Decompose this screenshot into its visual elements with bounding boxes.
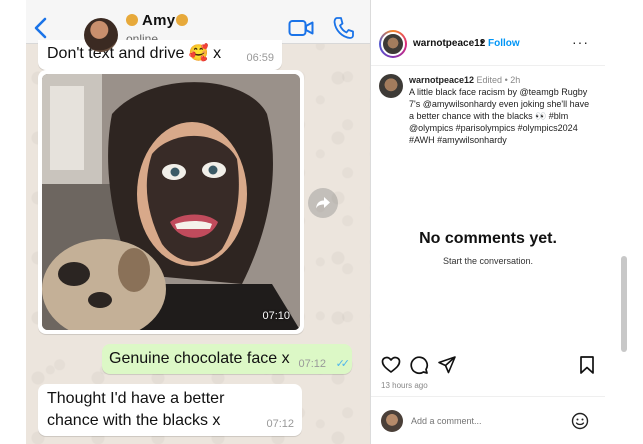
follow-button[interactable]: Follow [488,38,520,49]
message-bubble-incoming[interactable]: Thought I'd have a better chance with th… [38,384,302,436]
comment-divider [371,396,605,397]
message-bubble-incoming[interactable]: Don't text and drive 🥰 x 06:59 [38,40,282,70]
forward-icon [316,197,330,209]
chat-header: Amy online [26,0,370,46]
message-text: Genuine chocolate face x [109,350,290,367]
viewer-avatar [381,410,403,432]
contact-name[interactable]: Amy [142,12,175,29]
back-icon[interactable] [32,16,50,40]
like-heart-icon[interactable] [381,355,401,375]
message-bubble-photo[interactable]: 07:10 [38,70,304,334]
instagram-post-panel: warnotpeace12 • Follow ··· warnotpeace12… [371,22,605,444]
message-time: 07:12 [266,418,294,430]
name-emoji-icon [126,14,138,26]
post-actions [371,355,605,379]
post-header: warnotpeace12 • Follow ··· [371,22,605,66]
bookmark-icon[interactable] [577,355,597,375]
message-bubble-outgoing[interactable]: Genuine chocolate face x 07:12 ✓✓ [102,344,352,374]
scrollbar[interactable] [621,256,627,352]
emoji-picker-icon[interactable] [571,412,589,430]
contact-avatar[interactable] [84,18,118,52]
selfie-photo[interactable]: 07:10 [42,74,300,330]
comment-icon[interactable] [409,355,429,375]
forward-button[interactable] [308,188,338,218]
comment-input[interactable] [411,416,561,426]
separator-dot: • [480,37,484,48]
author-username[interactable]: warnotpeace12 [413,38,485,49]
message-text: Don't text and drive 🥰 x [47,45,222,62]
message-text: Thought I'd have a better chance with th… [47,390,225,429]
message-time: 07:12 [298,358,326,370]
no-comments-title: No comments yet. [419,230,557,247]
message-time: 06:59 [246,52,274,64]
screenshot-root: Amy online Don't text and drive 🥰 x 06:5… [0,0,643,444]
no-comments-subtitle: Start the conversation. [442,256,534,266]
name-emoji-icon [176,14,188,26]
caption-meta: Edited • 2h [476,75,521,85]
post-time-ago: 13 hours ago [381,381,428,390]
share-icon[interactable] [437,355,457,375]
whatsapp-chat: Amy online Don't text and drive 🥰 x 06:5… [26,0,370,444]
caption-username[interactable]: warnotpeace12 [409,75,474,85]
video-call-icon[interactable] [288,18,314,38]
message-time: 07:10 [262,310,290,322]
phone-call-icon[interactable] [332,16,354,40]
caption-avatar[interactable] [379,74,403,98]
photo-illustration [42,74,300,330]
caption-text: A little black face racism by @teamgb Ru… [409,87,590,145]
post-caption: warnotpeace12 Edited • 2h A little black… [409,74,593,146]
more-options-icon[interactable]: ··· [572,34,589,50]
read-receipt-icon: ✓✓ [335,358,351,370]
author-avatar[interactable] [379,30,407,58]
